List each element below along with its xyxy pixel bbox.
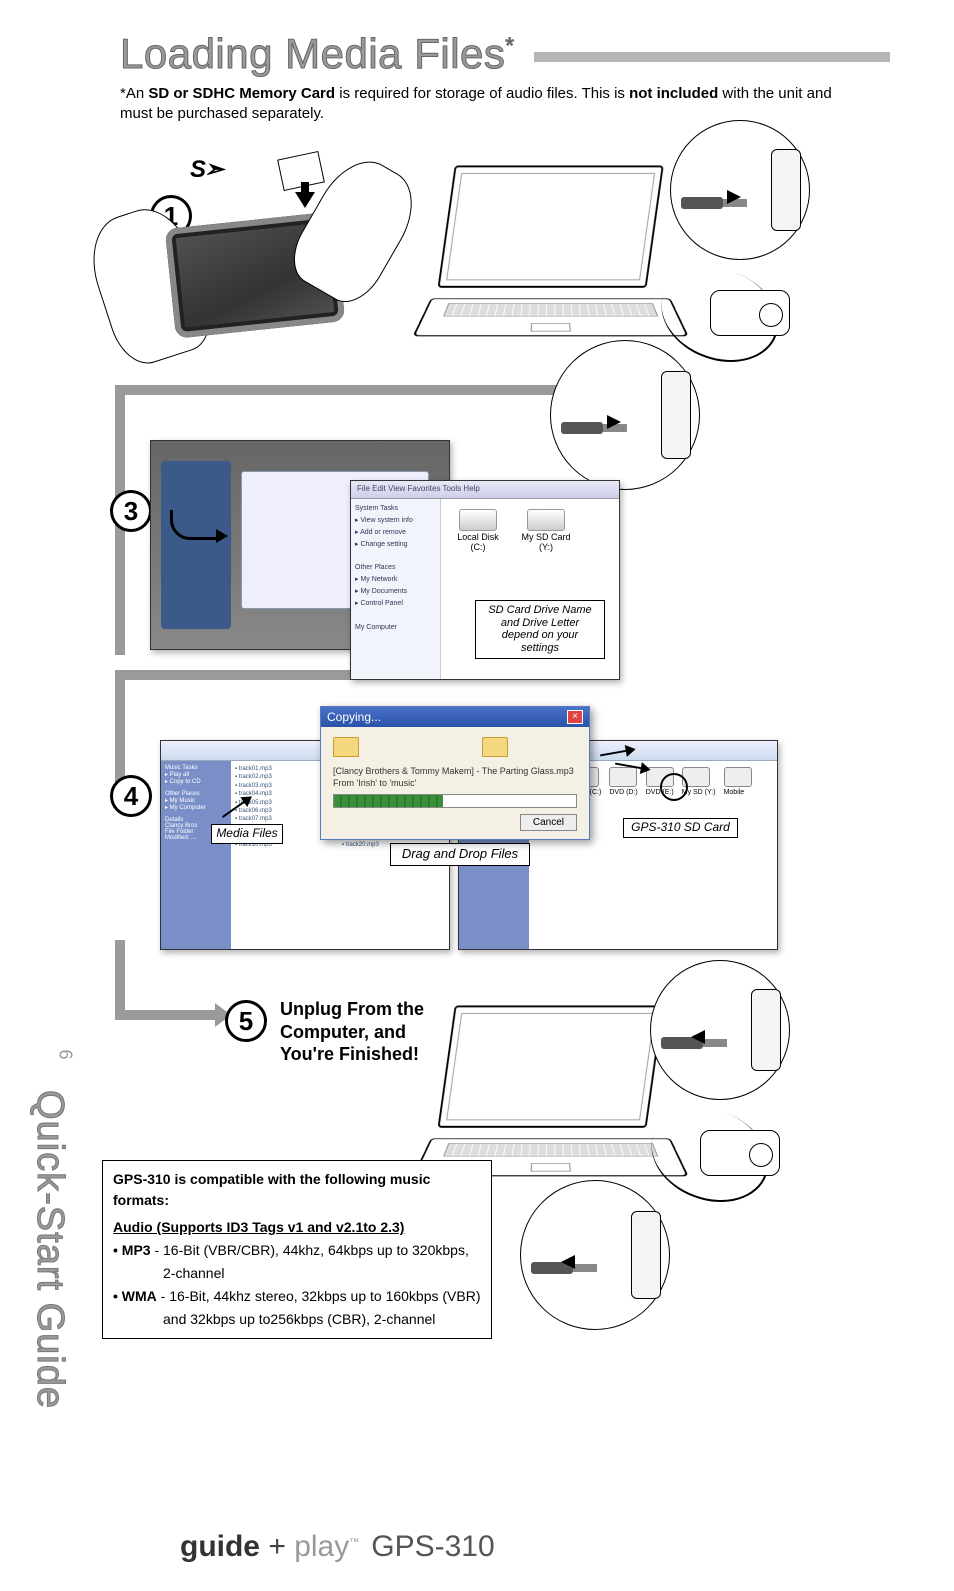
- formats-box: GPS-310 is compatible with the following…: [102, 1160, 492, 1339]
- formats-heading: GPS-310 is compatible with the following…: [113, 1169, 481, 1211]
- drive-icon: Mobile: [724, 767, 752, 943]
- unplug-detail-bubble: [520, 1180, 670, 1330]
- plug-detail-bubble: [550, 340, 700, 490]
- sd-drive-callout: SD Card Drive Name and Drive Letter depe…: [475, 600, 605, 659]
- folder-icon: [482, 737, 508, 757]
- unplug-detail-bubble: [650, 960, 790, 1100]
- flow-line: [115, 1010, 225, 1020]
- page-title: Loading Media Files*: [120, 30, 514, 78]
- requirement-note: *An SD or SDHC Memory Card is required f…: [120, 84, 860, 125]
- title-rule: [534, 52, 890, 62]
- explorer-sidebar: System Tasks▸ View system info▸ Add or r…: [351, 499, 441, 679]
- guide-side-label: Quick-Start Guide: [28, 1090, 71, 1409]
- copy-filename: [Clancy Brothers & Tommy Makem] - The Pa…: [333, 766, 577, 776]
- step-badge-3: 3: [110, 490, 152, 532]
- page-number: 6: [55, 1049, 76, 1059]
- step5-instruction: Unplug From the Computer, and You're Fin…: [280, 998, 460, 1066]
- flow-line: [115, 940, 125, 1020]
- pointer-arrow-icon: [170, 510, 220, 540]
- plug-detail-bubble: [670, 120, 810, 260]
- drive-icon: DVD (D:): [609, 767, 637, 943]
- drag-drop-callout: Drag and Drop Files: [390, 843, 530, 866]
- highlight-circle-icon: [660, 773, 688, 801]
- sd-drive-icon: My SD (Y:): [682, 767, 716, 943]
- cancel-button[interactable]: Cancel: [520, 814, 577, 831]
- progress-bar: [333, 794, 577, 808]
- laptop-illustration: [446, 165, 679, 349]
- gps-device-icon: [710, 290, 790, 336]
- copy-dialog-title: Copying...: [327, 710, 381, 724]
- copy-dialog: Copying... × [Clancy Brothers & Tommy Mak…: [320, 706, 590, 840]
- formats-subheading: Audio (Supports ID3 Tags v1 and v2.1to 2…: [113, 1217, 481, 1238]
- insert-sd-illustration: [110, 170, 400, 370]
- folder-icon: [333, 737, 359, 757]
- window-menubar: File Edit View Favorites Tools Help: [351, 481, 619, 499]
- copy-fromto: From 'Irish' to 'music': [333, 778, 577, 788]
- footer-brand: guide + play™GPS-310: [180, 1530, 495, 1564]
- step-badge-4: 4: [110, 775, 152, 817]
- gps-device-icon: [700, 1130, 780, 1176]
- close-icon[interactable]: ×: [567, 710, 583, 724]
- media-files-callout: Media Files: [211, 824, 283, 844]
- insert-arrow-icon: [295, 192, 315, 208]
- step-badge-5: 5: [225, 1000, 267, 1042]
- gps-sd-callout: GPS-310 SD Card: [623, 818, 738, 838]
